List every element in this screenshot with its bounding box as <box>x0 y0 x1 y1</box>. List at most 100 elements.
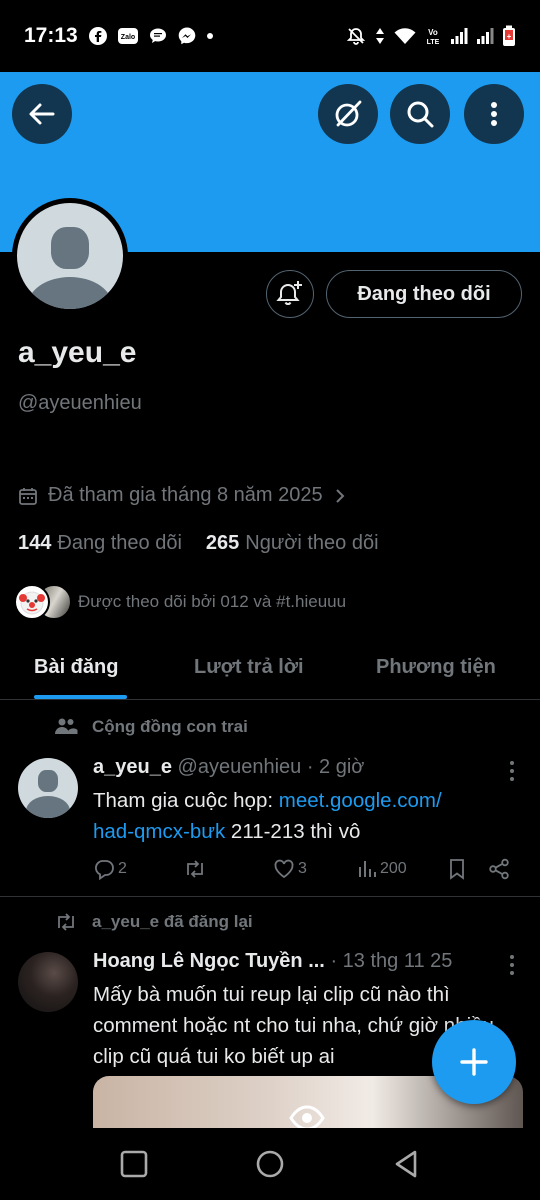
active-tab-indicator <box>34 695 127 699</box>
post-header: a_yeu_e @ayeuenhieu · 2 giờ <box>93 756 364 779</box>
more-options-button[interactable] <box>464 84 524 144</box>
like-count: 3 <box>298 860 307 877</box>
reply-button[interactable]: 2 <box>93 858 127 880</box>
share-icon <box>489 858 509 880</box>
volte-icon: Vo LTE <box>424 26 442 46</box>
post-divider <box>0 896 540 897</box>
calendar-icon <box>19 487 37 505</box>
post-avatar[interactable] <box>18 952 78 1012</box>
post-context-text: a_yeu_e đã đăng lại <box>92 912 253 931</box>
post-body: Tham gia cuộc họp: meet.google.com/had-q… <box>93 785 513 847</box>
post-handle[interactable]: @ayeuenhieu <box>178 756 302 778</box>
facebook-icon <box>88 26 108 46</box>
clown-face-icon <box>19 591 45 615</box>
tab-media[interactable]: Phương tiện <box>376 636 496 699</box>
home-circle-icon <box>256 1150 284 1178</box>
post-text: Tham gia cuộc họp: <box>93 789 279 812</box>
recents-button[interactable] <box>114 1144 154 1184</box>
svg-text:Zalo: Zalo <box>121 34 135 41</box>
bookmark-button[interactable] <box>447 858 467 880</box>
post-author[interactable]: Hoang Lê Ngọc Tuyền ... <box>93 950 325 972</box>
followers-count: 265 <box>205 532 240 554</box>
repost-button[interactable] <box>183 858 210 880</box>
handle: @ayeuenhieu <box>18 392 142 414</box>
search-icon <box>407 101 434 128</box>
follow-counts: 144 Đang theo dõi 265 Người theo dõi <box>18 532 379 555</box>
chat-bubble-icon <box>148 26 168 46</box>
views-button[interactable]: 200 <box>357 858 407 880</box>
post-more-icon[interactable] <box>508 760 516 782</box>
profile-avatar[interactable] <box>12 198 128 314</box>
signal-icon <box>476 26 494 46</box>
following-count-link[interactable]: 144 Đang theo dõi <box>18 532 182 555</box>
post-link[interactable]: meet.google.com/ <box>279 789 442 812</box>
post-author[interactable]: a_yeu_e <box>93 756 172 778</box>
back-triangle-icon <box>395 1150 417 1178</box>
community-icon <box>55 718 78 734</box>
recents-square-icon <box>120 1150 148 1178</box>
follower-avatar <box>14 584 50 620</box>
repost-icon <box>187 860 203 878</box>
reply-count: 2 <box>118 860 127 877</box>
like-button[interactable]: 3 <box>273 858 307 880</box>
system-nav-bar <box>0 1128 540 1200</box>
repost-icon <box>58 913 74 931</box>
display-name: a_yeu_e <box>18 336 137 369</box>
arrow-left-icon <box>29 103 55 125</box>
followers-count-link[interactable]: 265 Người theo dõi <box>206 532 379 555</box>
heart-icon <box>274 859 294 879</box>
profile-tabs: Bài đăng Lượt trả lời Phương tiện <box>0 636 540 700</box>
data-arrows-icon <box>374 26 386 46</box>
post-actions: 2 3 200 <box>93 852 523 888</box>
view-count: 200 <box>380 860 407 877</box>
svg-text:LTE: LTE <box>427 39 440 46</box>
plus-icon <box>460 1048 488 1076</box>
post-header: Hoang Lê Ngọc Tuyền ... · 13 thg 11 25 <box>93 950 452 973</box>
followers-label: Người theo dõi <box>245 532 379 554</box>
more-vertical-icon <box>491 102 497 126</box>
post-text: 211-213 thì vô <box>225 820 361 843</box>
tab-replies[interactable]: Lượt trả lời <box>194 636 304 699</box>
join-date[interactable]: Đã tham gia tháng 8 năm 2025 <box>18 484 347 507</box>
bell-off-icon <box>346 26 366 46</box>
wifi-icon <box>394 26 416 46</box>
status-bar: 17:13 Zalo Vo LTE + <box>0 0 540 72</box>
chevron-right-icon <box>335 488 345 503</box>
zalo-icon: Zalo <box>117 26 139 46</box>
svg-text:Vo: Vo <box>428 28 438 37</box>
battery-low-icon: + <box>502 25 516 46</box>
svg-text:+: + <box>507 32 512 41</box>
following-count: 144 <box>18 532 52 554</box>
bookmark-icon <box>450 859 464 880</box>
post-link[interactable]: had-qmcx-bưk <box>93 820 225 843</box>
following-button[interactable]: Đang theo dõi <box>326 270 522 318</box>
dot-icon <box>206 26 214 46</box>
share-button[interactable] <box>488 858 510 880</box>
grok-icon <box>335 100 362 127</box>
post-time[interactable]: · 13 thg 11 25 <box>330 950 452 972</box>
bell-plus-icon <box>276 281 302 305</box>
back-nav-button[interactable] <box>386 1144 426 1184</box>
post-context-text: Cộng đồng con trai <box>92 717 248 736</box>
post-more-icon[interactable] <box>508 954 516 976</box>
post-time[interactable]: · 2 giờ <box>307 756 365 778</box>
notifications-button[interactable] <box>266 270 314 318</box>
views-icon <box>359 861 376 877</box>
signal-icon <box>450 26 468 46</box>
join-date-text: Đã tham gia tháng 8 năm 2025 <box>48 484 323 506</box>
compose-button[interactable] <box>432 1020 516 1104</box>
search-button[interactable] <box>390 84 450 144</box>
tab-posts[interactable]: Bài đăng <box>34 636 118 699</box>
back-button[interactable] <box>12 84 72 144</box>
messenger-icon <box>177 26 197 46</box>
status-time: 17:13 <box>24 24 78 47</box>
post-avatar[interactable] <box>18 758 78 818</box>
post-context[interactable]: a_yeu_e đã đăng lại <box>54 911 253 933</box>
grok-button[interactable] <box>318 84 378 144</box>
followed-by-text: Được theo dõi bởi 012 và #t.hieuuu <box>78 592 347 611</box>
followed-by[interactable]: Được theo dõi bởi 012 và #t.hieuuu <box>14 584 346 620</box>
post-context[interactable]: Cộng đồng con trai <box>54 717 248 737</box>
following-label: Đang theo dõi <box>57 532 182 554</box>
reply-icon <box>95 860 114 880</box>
home-button[interactable] <box>250 1144 290 1184</box>
